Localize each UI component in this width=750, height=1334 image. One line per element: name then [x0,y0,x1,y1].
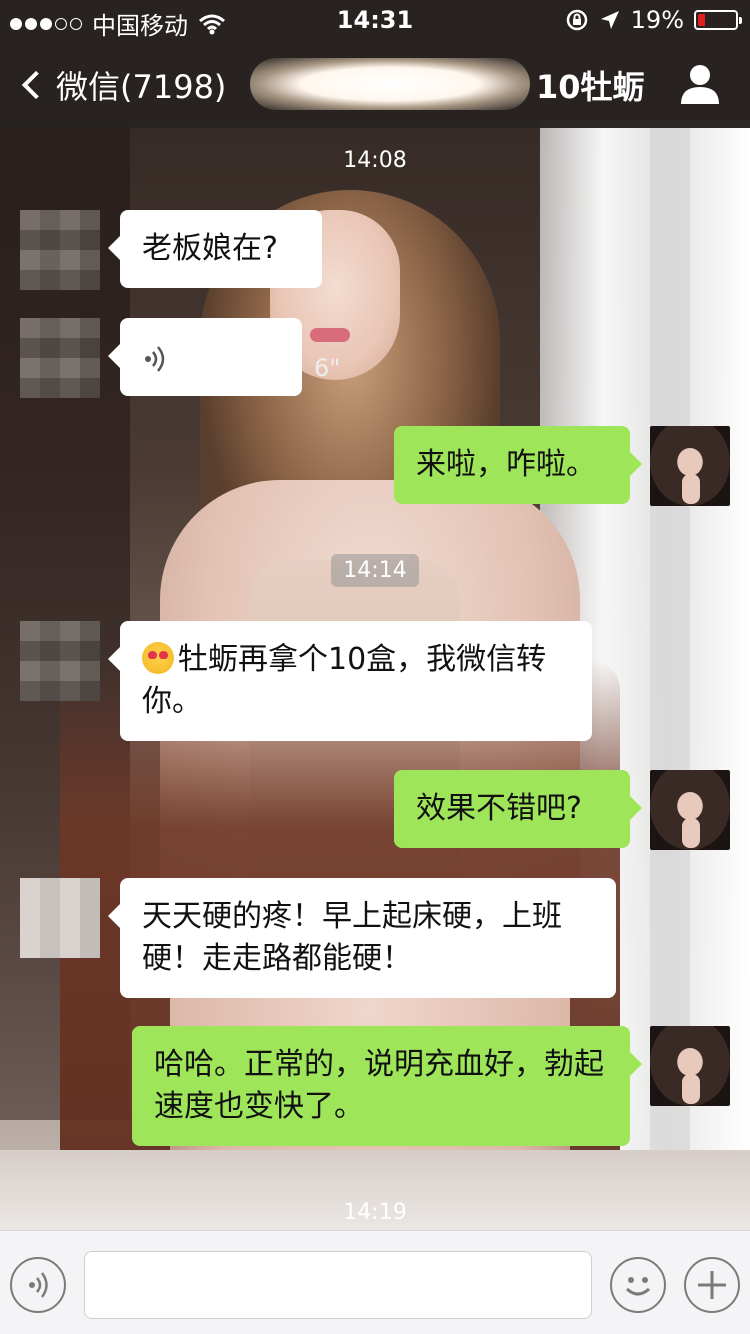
message-text: 老板娘在? [142,231,278,266]
voice-wave-icon [145,346,165,372]
message-text: 哈哈。正常的，说明充血好，勃起速度也变快了。 [154,1047,604,1124]
voice-duration: 6" [314,354,341,382]
status-bar: 中国移动 14:31 19% [0,0,750,40]
message-list[interactable]: 14:08 老板娘在? 6" 来啦，咋啦。 14:14 牡蛎再拿个10盒，我微信… [0,128,750,1230]
contact-avatar[interactable] [20,210,100,290]
my-avatar[interactable] [650,770,730,850]
contact-avatar[interactable] [20,318,100,398]
timestamp: 14:19 [343,1200,407,1225]
message-bubble-incoming[interactable]: 天天硬的疼！早上起床硬，上班硬！走走路都能硬！ [108,878,616,998]
contact-avatar[interactable] [20,621,100,701]
more-options-button[interactable] [684,1257,740,1313]
chat-input-bar [0,1230,750,1334]
message-bubble-incoming[interactable]: 老板娘在? [108,210,322,288]
message-text: 牡蛎再拿个10盒，我微信转你。 [142,642,547,719]
message-bubble-outgoing[interactable]: 哈哈。正常的，说明充血好，勃起速度也变快了。 [132,1026,642,1146]
message-text: 天天硬的疼！早上起床硬，上班硬！走走路都能硬！ [142,899,562,976]
chat-title: 10牡蛎 [240,54,660,114]
battery-icon [694,10,742,30]
heart-eyes-emoji-icon [142,642,174,674]
battery-percent: 19% [630,6,684,34]
back-button-label: 微信(7198) [56,68,227,106]
title-redaction-sparkle [250,58,530,110]
timestamp: 14:14 [0,554,750,587]
plus-icon [698,1271,726,1299]
chat-title-text: 10牡蛎 [536,68,645,106]
message-text: 效果不错吧? [416,791,582,826]
person-icon[interactable] [676,60,724,108]
chat-nav-bar: 微信(7198) 10牡蛎 [0,40,750,128]
emoji-button[interactable] [610,1257,666,1313]
message-text-input[interactable] [84,1251,592,1319]
message-text: 来啦，咋啦。 [416,447,596,482]
timestamp: 14:08 [343,148,407,173]
back-button[interactable]: 微信(7198) [18,62,226,108]
message-bubble-incoming[interactable]: 牡蛎再拿个10盒，我微信转你。 [108,621,592,741]
location-arrow-icon [600,11,619,29]
chevron-left-icon [21,70,51,100]
message-bubble-outgoing[interactable]: 效果不错吧? [394,770,642,848]
voice-input-button[interactable] [10,1257,66,1313]
smiley-icon [625,1277,651,1296]
rotation-lock-icon [566,9,587,31]
contact-avatar[interactable] [20,878,100,958]
my-avatar[interactable] [650,1026,730,1106]
voice-message-bubble[interactable] [108,318,302,396]
my-avatar[interactable] [650,426,730,506]
message-bubble-outgoing[interactable]: 来啦，咋啦。 [394,426,642,504]
voice-icon [29,1272,48,1298]
